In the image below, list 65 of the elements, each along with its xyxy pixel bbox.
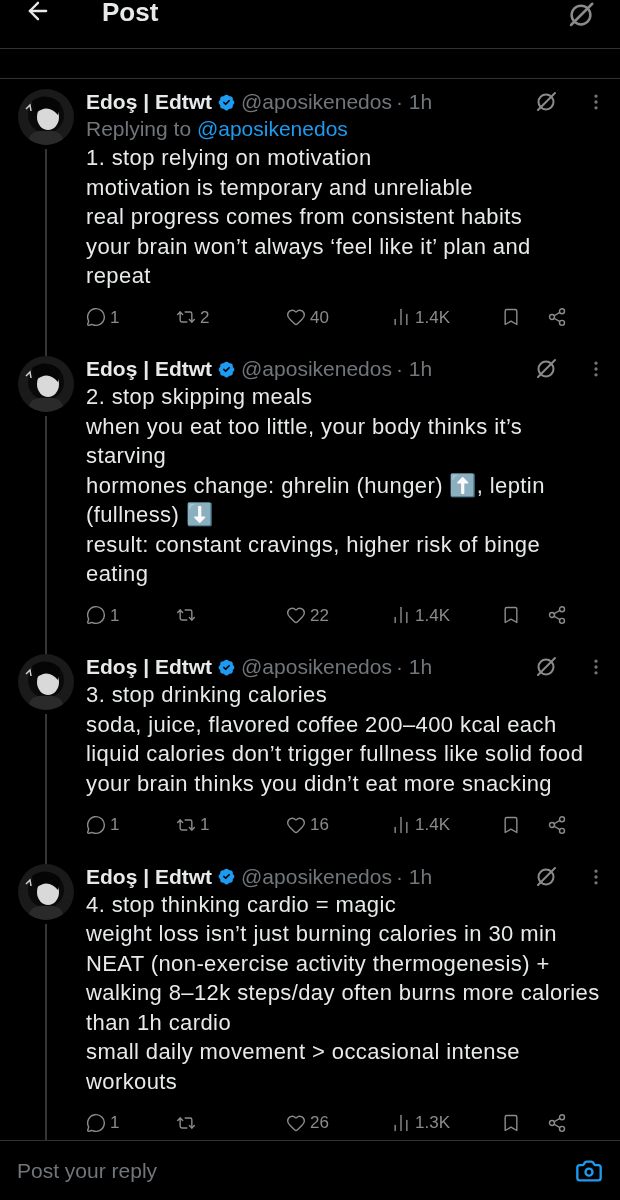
- post-text: your brain thinks you didn’t eat more snacking: [86, 769, 553, 798]
- share-icon: [547, 814, 567, 835]
- display-name: Edoş | Edtwt: [86, 654, 213, 680]
- views-button[interactable]: 1.3K: [391, 1110, 501, 1136]
- post-text: 1. stop relying on motivation: [86, 144, 373, 172]
- display-name: Edoş | Edtwt: [86, 89, 213, 115]
- repost-button[interactable]: 2: [176, 304, 286, 330]
- share-icon: [547, 307, 567, 328]
- post-text: motivation is temporary and unreliable: [86, 173, 474, 202]
- heart-icon: [286, 605, 306, 626]
- speech-bubble-icon: [86, 307, 106, 328]
- bar-chart-icon: [391, 605, 411, 626]
- repost-button[interactable]: 1: [176, 812, 286, 838]
- speech-bubble-icon: [86, 605, 106, 626]
- views-button[interactable]: 1.4K: [391, 602, 501, 628]
- reply-button[interactable]: 1: [86, 304, 176, 330]
- bookmark-icon: [501, 814, 521, 835]
- mention-link[interactable]: @aposikenedos: [196, 117, 348, 140]
- display-name: Edoş | Edtwt: [86, 863, 213, 890]
- reply-button[interactable]: 1: [86, 812, 176, 838]
- reply-button[interactable]: 1: [86, 1110, 176, 1136]
- bar-chart-icon: [391, 307, 411, 328]
- post-text: your brain won’t always ‘feel like it’ plan and repeat: [86, 232, 532, 290]
- post-text: 2. stop skipping meals: [86, 383, 314, 411]
- like-button[interactable]: 40: [286, 304, 391, 330]
- share-icon: [547, 1112, 567, 1133]
- like-button[interactable]: 16: [286, 812, 391, 838]
- like-button[interactable]: 22: [286, 602, 391, 628]
- replying-label: Replying to: [86, 117, 193, 140]
- post-text: soda, juice, flavored coffee 200–400 kcal each: [86, 710, 558, 739]
- bookmark-icon: [501, 605, 521, 626]
- views-button[interactable]: 1.4K: [391, 304, 501, 330]
- like-button[interactable]: 26: [286, 1110, 391, 1136]
- share-button[interactable]: [547, 307, 567, 328]
- post-text: 4. stop thinking cardio = magic: [86, 890, 398, 919]
- post-text: liquid calories don’t trigger fullness like solid food: [86, 740, 585, 768]
- bookmark-icon: [501, 307, 521, 328]
- user-handle: @aposikenedos: [241, 356, 392, 382]
- reply-field[interactable]: Post your reply: [17, 1154, 575, 1187]
- bookmark-icon: [501, 1112, 521, 1133]
- post-text: real progress comes from consistent habits: [86, 203, 524, 231]
- share-icon: [547, 605, 567, 626]
- post-text: result: constant cravings, higher risk of binge eating: [86, 530, 542, 588]
- share-button[interactable]: [547, 605, 567, 626]
- display-name: Edoş | Edtwt: [86, 356, 213, 382]
- post-text: small daily movement > occasional intense workouts: [86, 1038, 521, 1096]
- post-text: weight loss isn’t just burning calories in 30 min: [86, 920, 558, 948]
- post-time: · 1h: [395, 356, 433, 382]
- user-handle: @aposikenedos: [241, 654, 392, 680]
- post-text: 3. stop drinking calories: [86, 681, 329, 709]
- share-button[interactable]: [547, 1112, 567, 1133]
- speech-bubble-icon: [86, 814, 106, 835]
- post-time: · 1h: [395, 863, 433, 890]
- bar-chart-icon: [391, 814, 411, 835]
- share-button[interactable]: [547, 814, 567, 835]
- bar-chart-icon: [391, 1112, 411, 1133]
- user-handle: @aposikenedos: [241, 89, 392, 115]
- post-time: · 1h: [395, 89, 433, 115]
- speech-bubble-icon: [86, 1112, 106, 1133]
- heart-icon: [286, 307, 306, 328]
- user-handle: @aposikenedos: [241, 863, 392, 890]
- post-time: · 1h: [395, 654, 433, 680]
- page-title: Post: [102, 0, 159, 29]
- views-button[interactable]: 1.4K: [391, 812, 501, 838]
- reply-button[interactable]: 1: [86, 602, 176, 628]
